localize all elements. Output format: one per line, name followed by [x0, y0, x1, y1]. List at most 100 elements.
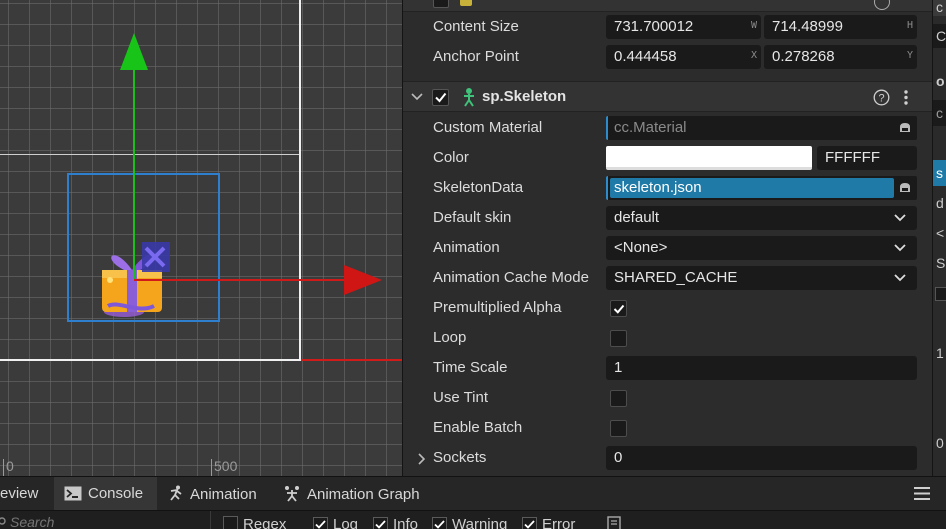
tab-label: Animation Graph: [307, 486, 420, 503]
info-checkbox[interactable]: [373, 517, 388, 529]
animation-graph-icon: [285, 486, 299, 502]
sockets-count-input[interactable]: 0: [606, 446, 917, 470]
tab-animation[interactable]: Animation: [157, 477, 267, 511]
right-side-panel: c C o c s d < S 1 0: [932, 0, 946, 476]
sockets-row[interactable]: Sockets 0: [403, 443, 932, 473]
right-panel-text: 1: [936, 345, 944, 361]
default-skin-select[interactable]: default: [606, 206, 917, 230]
console-toolbar: Regex Log Info Warning Error: [0, 510, 946, 529]
skeleton-data-asset-field[interactable]: skeleton.json: [606, 176, 917, 200]
component-enable-checkbox[interactable]: [433, 0, 449, 8]
help-circle-icon[interactable]: [874, 0, 890, 10]
info-filter[interactable]: Info: [373, 516, 418, 529]
custom-material-row: Custom Material cc.Material: [403, 113, 932, 143]
regex-checkbox[interactable]: [223, 516, 238, 529]
error-checkbox[interactable]: [522, 517, 537, 529]
right-panel-text: o: [936, 73, 945, 89]
collapsed-component-header[interactable]: [403, 0, 932, 12]
default-skin-value: default: [614, 209, 660, 226]
chevron-down-icon[interactable]: [411, 92, 423, 102]
custom-material-asset-field[interactable]: cc.Material: [606, 116, 917, 140]
error-filter[interactable]: Error: [522, 516, 575, 529]
anchor-x-input[interactable]: 0.444458 X: [606, 45, 761, 69]
animation-label: Animation: [433, 239, 500, 256]
kebab-menu-icon[interactable]: [903, 89, 909, 106]
console-icon: [64, 486, 82, 501]
right-panel-text: s: [936, 165, 943, 181]
gizmo-x-axis[interactable]: [134, 279, 348, 281]
filter-label: Error: [542, 516, 576, 529]
anchor-x-value: 0.444458: [614, 48, 677, 65]
premultiplied-alpha-checkbox[interactable]: [610, 300, 627, 317]
asset-folder-icon[interactable]: [899, 182, 911, 193]
loop-checkbox[interactable]: [610, 330, 627, 347]
enable-batch-checkbox[interactable]: [610, 420, 627, 437]
hamburger-menu-icon[interactable]: [914, 487, 930, 500]
warning-checkbox[interactable]: [432, 517, 447, 529]
clear-console-icon[interactable]: [607, 516, 622, 529]
warning-filter[interactable]: Warning: [432, 516, 507, 529]
color-label: Color: [433, 149, 469, 166]
ruler-label-500: 500: [214, 458, 238, 474]
sockets-label: Sockets: [433, 449, 487, 466]
default-skin-row: Default skin default: [403, 203, 932, 233]
chevron-down-icon: [894, 274, 906, 282]
bottom-panel-tabs: eview Console Animation Animation Graph: [0, 476, 946, 511]
asset-folder-icon[interactable]: [899, 122, 911, 133]
color-swatch[interactable]: [606, 146, 812, 170]
tab-console[interactable]: Console: [54, 477, 157, 511]
x-unit-label: X: [750, 50, 757, 61]
tab-preview[interactable]: eview: [0, 477, 48, 511]
scene-viewport[interactable]: 0 500: [0, 0, 402, 476]
tab-label: Console: [88, 485, 144, 502]
right-panel-text: c: [936, 105, 943, 121]
skeleton-data-row: SkeletonData skeleton.json: [403, 173, 932, 203]
console-search-input[interactable]: [10, 514, 208, 529]
time-scale-input[interactable]: 1: [606, 356, 917, 380]
animation-cache-mode-row: Animation Cache Mode SHARED_CACHE: [403, 263, 932, 293]
content-size-width-value: 731.700012: [614, 18, 694, 35]
right-panel-text: c: [936, 0, 943, 15]
skeleton-component-header[interactable]: sp.Skeleton ?: [403, 81, 932, 112]
right-panel-checkbox[interactable]: [935, 287, 946, 301]
animation-cache-mode-select[interactable]: SHARED_CACHE: [606, 266, 917, 290]
chevron-right-icon[interactable]: [417, 453, 425, 465]
content-size-width-input[interactable]: 731.700012 W: [606, 15, 761, 39]
anchor-y-value: 0.278268: [772, 48, 835, 65]
loop-row: Loop: [403, 323, 932, 353]
skeleton-data-label: SkeletonData: [433, 179, 524, 196]
use-tint-label: Use Tint: [433, 389, 489, 406]
checkmark-icon: [613, 304, 625, 314]
gizmo-x-arrow-icon[interactable]: [344, 265, 382, 295]
ruler-tick: [211, 459, 212, 476]
help-circle-icon[interactable]: ?: [873, 89, 890, 106]
anchor-y-input[interactable]: 0.278268 Y: [764, 45, 917, 69]
skeleton-data-value: skeleton.json: [614, 179, 702, 196]
loop-label: Loop: [433, 329, 467, 346]
checkmark-icon: [524, 520, 535, 529]
tab-animation-graph[interactable]: Animation Graph: [273, 477, 430, 511]
animation-row: Animation <None>: [403, 233, 932, 263]
right-panel-text: C: [936, 28, 946, 44]
sockets-count-value: 0: [614, 449, 623, 466]
log-filter[interactable]: Log: [313, 516, 358, 529]
use-tint-checkbox[interactable]: [610, 390, 627, 407]
time-scale-row: Time Scale 1: [403, 353, 932, 383]
custom-material-label: Custom Material: [433, 119, 543, 136]
right-panel-text: <: [936, 225, 945, 241]
content-size-height-input[interactable]: 714.48999 H: [764, 15, 917, 39]
ruler-label-0: 0: [6, 458, 14, 474]
log-checkbox[interactable]: [313, 517, 328, 529]
gizmo-y-axis[interactable]: [133, 66, 135, 280]
enable-batch-label: Enable Batch: [433, 419, 523, 436]
animation-select[interactable]: <None>: [606, 236, 917, 260]
default-skin-label: Default skin: [433, 209, 512, 226]
color-hex-input[interactable]: FFFFFF: [817, 146, 917, 170]
chevron-down-icon: [894, 214, 906, 222]
skeleton-enable-checkbox[interactable]: [432, 89, 449, 106]
color-row: Color FFFFFF: [403, 143, 932, 173]
regex-filter[interactable]: Regex: [223, 516, 286, 529]
anchor-point-label: Anchor Point: [433, 48, 519, 65]
gizmo-y-arrow-icon[interactable]: [120, 33, 148, 70]
chevron-down-icon: [894, 244, 906, 252]
